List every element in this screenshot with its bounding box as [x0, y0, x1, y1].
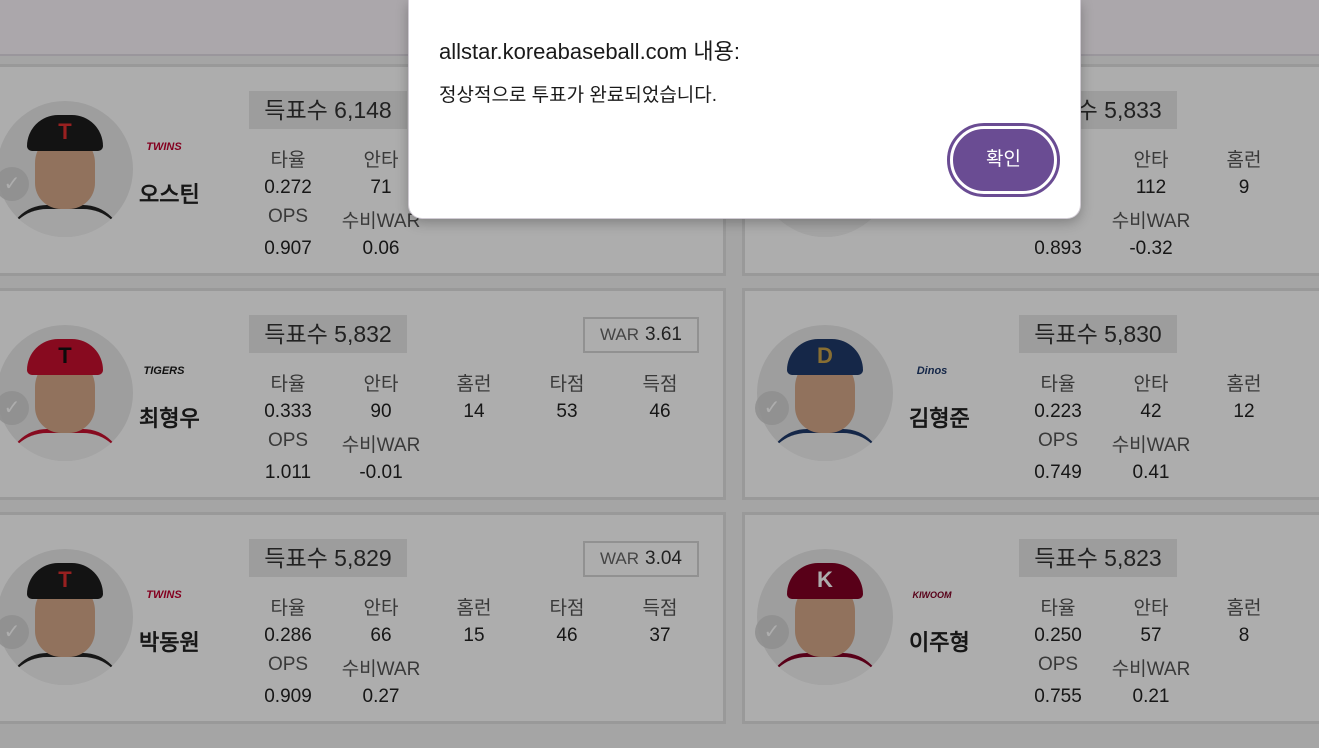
dialog-title: allstar.koreabaseball.com 내용:	[439, 39, 740, 64]
ok-button[interactable]: 확인	[947, 123, 1060, 197]
dialog-message: 정상적으로 투표가 완료되었습니다.	[439, 85, 718, 106]
alert-dialog: allstar.koreabaseball.com 내용: 정상적으로 투표가 …	[408, 0, 1081, 219]
